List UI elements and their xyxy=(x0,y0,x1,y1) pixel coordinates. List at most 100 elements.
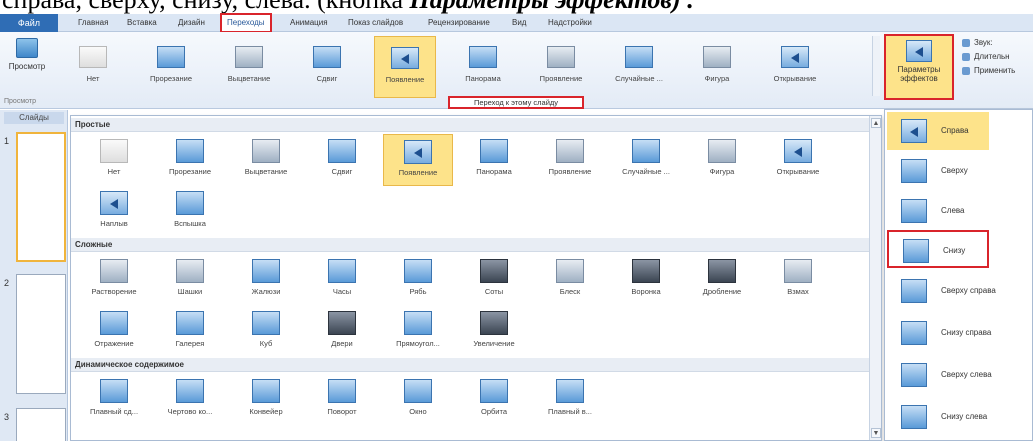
effect-option-right[interactable]: Справа xyxy=(887,112,989,150)
dropdown-item-selected[interactable]: Появление xyxy=(383,134,453,186)
slide-thumbnail-1[interactable] xyxy=(16,132,66,262)
preview-group-label: Просмотр xyxy=(4,98,36,105)
dropdown-item[interactable]: Шашки xyxy=(155,254,225,306)
dropdown-item-label: Шашки xyxy=(177,287,203,296)
dropdown-item[interactable]: Поворот xyxy=(307,374,377,426)
dropdown-item[interactable]: Галерея xyxy=(155,306,225,358)
dropdown-item[interactable]: Проявление xyxy=(535,134,605,186)
dropdown-item[interactable]: Растворение xyxy=(79,254,149,306)
transition-pan-dynamic-icon xyxy=(100,379,128,403)
dropdown-item[interactable]: Отражение xyxy=(79,306,149,358)
transition-shred-icon xyxy=(708,259,736,283)
tab-transitions[interactable]: Переходы xyxy=(220,13,272,33)
dropdown-item[interactable]: Орбита xyxy=(459,374,529,426)
from-left-icon xyxy=(901,199,927,223)
dropdown-item[interactable]: Панорама xyxy=(459,134,529,186)
gallery-item-random[interactable]: Случайные ... xyxy=(608,36,670,98)
dropdown-item[interactable]: Конвейер xyxy=(231,374,301,426)
effect-option-left[interactable]: Слева xyxy=(887,192,1027,230)
gallery-tooltip: Переход к этому слайду xyxy=(448,96,584,109)
dropdown-item[interactable]: Блеск xyxy=(535,254,605,306)
dropdown-item[interactable]: Окно xyxy=(383,374,453,426)
dropdown-item[interactable]: Соты xyxy=(459,254,529,306)
dropdown-item[interactable]: Нет xyxy=(79,134,149,186)
gallery-item-push[interactable]: Сдвиг xyxy=(296,36,358,98)
dropdown-item[interactable]: Прямоугол... xyxy=(383,306,453,358)
gallery-item-shape[interactable]: Фигура xyxy=(686,36,748,98)
tab-design[interactable]: Дизайн xyxy=(178,14,205,32)
dropdown-item[interactable]: Наплыв xyxy=(79,186,149,238)
gallery-item-fade[interactable]: Выцветание xyxy=(218,36,280,98)
tab-addins[interactable]: Надстройки xyxy=(548,14,592,32)
from-top-left-icon xyxy=(901,363,927,387)
preview-button[interactable]: Просмотр xyxy=(2,36,52,96)
apply-all-option[interactable]: Применить xyxy=(962,64,1033,78)
tab-view[interactable]: Вид xyxy=(512,14,526,32)
gallery-item-label: Случайные ... xyxy=(615,74,663,83)
dropdown-item[interactable]: Прорезание xyxy=(155,134,225,186)
effect-options-button[interactable]: Параметры эффектов xyxy=(884,34,954,100)
tab-review[interactable]: Рецензирование xyxy=(428,14,490,32)
dropdown-item[interactable]: Жалюзи xyxy=(231,254,301,306)
dropdown-item[interactable]: Дробление xyxy=(687,254,757,306)
tab-file[interactable]: Файл xyxy=(0,14,58,32)
dropdown-item-label: Фигура xyxy=(709,167,735,176)
dropdown-item[interactable]: Вспышка xyxy=(155,186,225,238)
dropdown-item[interactable]: Часы xyxy=(307,254,377,306)
gallery-item-none[interactable]: Нет xyxy=(62,36,124,98)
effect-option-bottom[interactable]: Снизу xyxy=(887,230,989,268)
dropdown-item[interactable]: Куб xyxy=(231,306,301,358)
gallery-item-appear[interactable]: Появление xyxy=(374,36,436,98)
scroll-up-icon[interactable]: ▲ xyxy=(871,118,881,128)
transition-zoom-icon xyxy=(480,311,508,335)
dropdown-item[interactable]: Двери xyxy=(307,306,377,358)
dropdown-item[interactable]: Рябь xyxy=(383,254,453,306)
tab-slideshow[interactable]: Показ слайдов xyxy=(348,14,403,32)
effect-option-bottom-left[interactable]: Снизу слева xyxy=(887,398,1027,436)
duration-option[interactable]: Длительн xyxy=(962,50,1033,64)
duration-label: Длительн xyxy=(974,52,1010,61)
transition-fly-through-icon xyxy=(556,379,584,403)
transition-conveyor-icon xyxy=(252,379,280,403)
dropdown-item[interactable]: Плавный в... xyxy=(535,374,605,426)
sound-option[interactable]: Звук: xyxy=(962,36,1033,50)
dropdown-item[interactable]: Случайные ... xyxy=(611,134,681,186)
effect-option-top[interactable]: Сверху xyxy=(887,152,1027,190)
dropdown-item[interactable]: Взмах xyxy=(763,254,833,306)
slide-number: 1 xyxy=(4,136,10,146)
dropdown-item[interactable]: Воронка xyxy=(611,254,681,306)
transition-ferris-wheel-icon xyxy=(176,379,204,403)
dropdown-item[interactable]: Фигура xyxy=(687,134,757,186)
tab-insert[interactable]: Вставка xyxy=(127,14,157,32)
dropdown-item-label: Растворение xyxy=(91,287,137,296)
gallery-item-label: Панорама xyxy=(465,74,501,83)
slide-thumbnail-3[interactable] xyxy=(16,408,66,441)
dropdown-scrollbar[interactable]: ▲ ▼ xyxy=(869,116,881,440)
effect-option-top-left[interactable]: Сверху слева xyxy=(887,356,1027,394)
tab-home[interactable]: Главная xyxy=(78,14,108,32)
transition-cut-icon xyxy=(176,139,204,163)
gallery-scrollbar[interactable] xyxy=(872,36,880,96)
effect-option-top-right[interactable]: Сверху справа xyxy=(887,272,1027,310)
dropdown-item[interactable]: Плавный сд... xyxy=(79,374,149,426)
dropdown-item[interactable]: Увеличение xyxy=(459,306,529,358)
scroll-down-icon[interactable]: ▼ xyxy=(871,428,881,438)
slides-tab[interactable]: Слайды xyxy=(4,112,64,124)
from-bottom-icon xyxy=(903,239,929,263)
transition-switch-icon xyxy=(784,259,812,283)
gallery-item-cut[interactable]: Прорезание xyxy=(140,36,202,98)
slide-thumbnail-2[interactable] xyxy=(16,274,66,394)
dropdown-item[interactable]: Открывание xyxy=(763,134,833,186)
gallery-item-label: Открывание xyxy=(773,74,817,83)
dropdown-item[interactable]: Сдвиг xyxy=(307,134,377,186)
gallery-item-uncover[interactable]: Открывание xyxy=(764,36,826,98)
dropdown-item[interactable]: Чертово ко... xyxy=(155,374,225,426)
gallery-item-reveal[interactable]: Проявление xyxy=(530,36,592,98)
dropdown-item[interactable]: Выцветание xyxy=(231,134,301,186)
dropdown-item-label: Отражение xyxy=(94,339,134,348)
gallery-item-pan[interactable]: Панорама xyxy=(452,36,514,98)
effect-option-bottom-right[interactable]: Снизу справа xyxy=(887,314,1027,352)
tab-animation[interactable]: Анимация xyxy=(290,14,328,32)
transition-cube-icon xyxy=(252,311,280,335)
from-right-icon xyxy=(901,119,927,143)
